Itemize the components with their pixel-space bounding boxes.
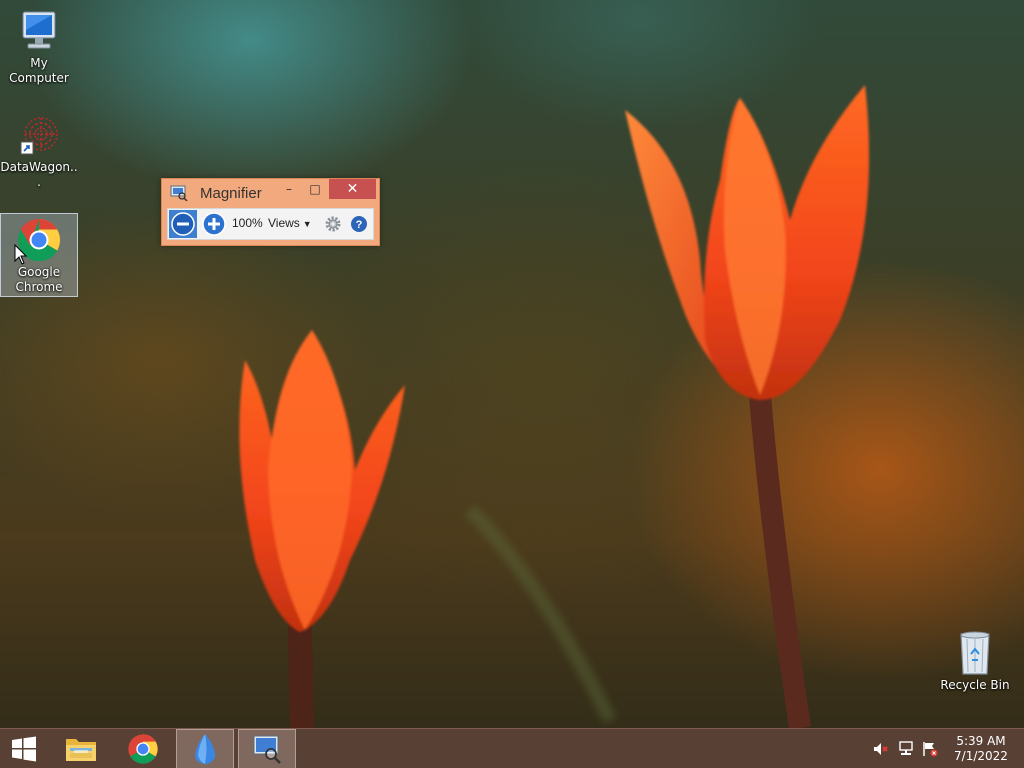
zoom-in-button[interactable] [200,210,228,238]
help-button[interactable]: ? [350,215,368,233]
datawagon-icon [15,112,63,158]
close-icon: ✕ [346,181,359,197]
start-button[interactable] [0,729,48,768]
magnifier-toolbar: 100% Views ▼ ? [167,208,374,240]
desktop-wallpaper [239,85,870,728]
desktop-icon-recycle-bin[interactable]: Recycle Bin [936,630,1014,693]
taskbar-file-explorer[interactable] [52,729,110,768]
desktop-icon-label: Recycle Bin [940,678,1010,692]
windows-logo-icon [12,736,36,762]
close-button[interactable]: ✕ [329,179,376,199]
taskbar: 5:39 AM 7/1/2022 [0,728,1024,768]
recycle-bin-icon [951,630,999,676]
datawagon-icon [195,734,216,764]
gear-icon [325,216,341,232]
maximize-button[interactable]: □ [304,179,326,199]
desktop-icon-label: Google Chrome [15,265,63,294]
desktop-icon-my-computer[interactable]: My Computer [0,8,78,86]
zoom-out-icon [171,212,195,236]
folder-icon [66,739,96,761]
chevron-down-icon: ▼ [302,219,312,229]
magnifier-titlebar[interactable]: Magnifier – □ ✕ [162,179,379,207]
minimize-icon: – [286,182,292,196]
desktop-icon-google-chrome[interactable]: Google Chrome [0,213,78,297]
network-icon[interactable] [898,741,914,757]
views-label: Views [268,216,300,230]
magnifier-title: Magnifier [200,185,262,202]
desktop-icon-label: DataWagon... [0,160,78,189]
magnifier-window[interactable]: Magnifier – □ ✕ 100% Views ▼ ? [161,178,380,246]
desktop-icon-datawagon[interactable]: DataWagon... [0,112,78,190]
action-center-flag-icon[interactable] [922,741,938,757]
magnifier-icon [253,735,281,764]
taskbar-datawagon[interactable] [176,729,234,768]
minimize-button[interactable]: – [278,179,300,199]
taskbar-clock[interactable]: 5:39 AM 7/1/2022 [950,734,1012,764]
magnifier-app-icon [170,185,188,201]
taskbar-google-chrome[interactable] [114,729,172,768]
options-button[interactable] [324,215,342,233]
taskbar-magnifier[interactable] [238,729,296,768]
zoom-in-icon [202,212,226,236]
svg-text:?: ? [356,219,363,231]
views-dropdown[interactable]: Views ▼ [268,216,312,230]
volume-muted-icon[interactable] [873,741,889,757]
desktop-icon-label: My Computer [9,56,69,85]
help-icon: ? [351,216,367,232]
chrome-icon [128,734,158,764]
zoom-level-text: 100% [232,216,263,230]
maximize-icon: □ [309,182,321,196]
clock-time: 5:39 AM [956,734,1006,748]
zoom-out-button[interactable] [169,210,197,238]
clock-date: 7/1/2022 [954,749,1008,763]
mouse-cursor-icon [14,244,28,265]
computer-icon [15,8,63,54]
